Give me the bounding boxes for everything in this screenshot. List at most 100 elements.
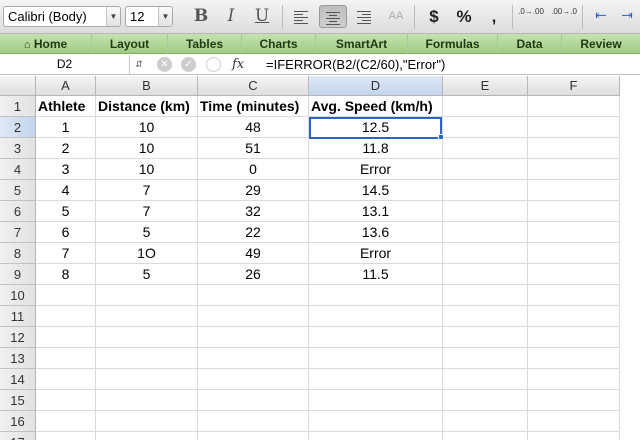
cell-c14[interactable] xyxy=(198,369,309,390)
cell-a5[interactable]: 4 xyxy=(36,180,96,201)
cell-e3[interactable] xyxy=(443,138,528,159)
column-header-f[interactable]: F xyxy=(528,76,620,96)
chevron-down-icon[interactable]: ▼ xyxy=(106,7,120,26)
cancel-icon[interactable]: ✕ xyxy=(157,57,172,72)
cell-b13[interactable] xyxy=(96,348,198,369)
tab-tables[interactable]: Tables xyxy=(168,34,242,54)
tab-smartart[interactable]: SmartArt xyxy=(316,34,408,54)
cell-a15[interactable] xyxy=(36,390,96,411)
cell-e14[interactable] xyxy=(443,369,528,390)
increase-decimal-button[interactable]: .0→.00 xyxy=(518,5,544,28)
cell-c7[interactable]: 22 xyxy=(198,222,309,243)
cell-a10[interactable] xyxy=(36,285,96,306)
cell-e5[interactable] xyxy=(443,180,528,201)
tab-charts[interactable]: Charts xyxy=(242,34,316,54)
tab-layout[interactable]: Layout xyxy=(92,34,168,54)
cell-b8[interactable]: 1O xyxy=(96,243,198,264)
cell-d11[interactable] xyxy=(309,306,443,327)
row-header-14[interactable]: 14 xyxy=(0,369,36,390)
cell-f16[interactable] xyxy=(528,411,620,432)
outdent-icon[interactable]: ⇤ xyxy=(588,5,614,28)
cell-f10[interactable] xyxy=(528,285,620,306)
cell-c5[interactable]: 29 xyxy=(198,180,309,201)
currency-button[interactable]: $ xyxy=(421,5,447,28)
row-header-3[interactable]: 3 xyxy=(0,138,36,159)
cell-d17[interactable] xyxy=(309,432,443,440)
cell-e7[interactable] xyxy=(443,222,528,243)
cell-b7[interactable]: 5 xyxy=(96,222,198,243)
cell-c13[interactable] xyxy=(198,348,309,369)
cell-c10[interactable] xyxy=(198,285,309,306)
cell-f3[interactable] xyxy=(528,138,620,159)
cell-a9[interactable]: 8 xyxy=(36,264,96,285)
row-header-12[interactable]: 12 xyxy=(0,327,36,348)
cell-d1[interactable]: Avg. Speed (km/h) xyxy=(309,96,443,117)
cell-a1[interactable]: Athlete xyxy=(36,96,96,117)
cell-a3[interactable]: 2 xyxy=(36,138,96,159)
cell-d16[interactable] xyxy=(309,411,443,432)
cell-d10[interactable] xyxy=(309,285,443,306)
italic-button[interactable]: I xyxy=(218,5,244,28)
cell-e8[interactable] xyxy=(443,243,528,264)
cell-b1[interactable]: Distance (km) xyxy=(96,96,198,117)
cell-f9[interactable] xyxy=(528,264,620,285)
cell-c17[interactable] xyxy=(198,432,309,440)
cell-c12[interactable] xyxy=(198,327,309,348)
cell-c9[interactable]: 26 xyxy=(198,264,309,285)
cell-f12[interactable] xyxy=(528,327,620,348)
cell-e4[interactable] xyxy=(443,159,528,180)
row-header-6[interactable]: 6 xyxy=(0,201,36,222)
comma-button[interactable]: , xyxy=(481,5,507,28)
indent-icon[interactable]: ⇥ xyxy=(614,5,640,28)
row-header-10[interactable]: 10 xyxy=(0,285,36,306)
cell-f1[interactable] xyxy=(528,96,620,117)
cell-f15[interactable] xyxy=(528,390,620,411)
row-header-17[interactable]: 17 xyxy=(0,432,36,440)
cell-b2[interactable]: 10 xyxy=(96,117,198,138)
align-left-button[interactable] xyxy=(288,5,314,28)
cell-e9[interactable] xyxy=(443,264,528,285)
cell-b12[interactable] xyxy=(96,327,198,348)
cell-e10[interactable] xyxy=(443,285,528,306)
cell-f5[interactable] xyxy=(528,180,620,201)
cell-a12[interactable] xyxy=(36,327,96,348)
cell-b3[interactable]: 10 xyxy=(96,138,198,159)
cell-a6[interactable]: 5 xyxy=(36,201,96,222)
cell-b14[interactable] xyxy=(96,369,198,390)
cell-e2[interactable] xyxy=(443,117,528,138)
cell-a2[interactable]: 1 xyxy=(36,117,96,138)
column-header-d[interactable]: D xyxy=(309,76,443,96)
bold-button[interactable]: B xyxy=(188,5,214,28)
cell-f6[interactable] xyxy=(528,201,620,222)
formula-input[interactable]: =IFERROR(B2/(C2/60),"Error") xyxy=(266,55,445,74)
row-header-13[interactable]: 13 xyxy=(0,348,36,369)
cell-c11[interactable] xyxy=(198,306,309,327)
cell-d13[interactable] xyxy=(309,348,443,369)
name-box[interactable]: D2 xyxy=(0,55,130,74)
tab-home[interactable]: ⌂ Home xyxy=(0,34,92,54)
cell-f2[interactable] xyxy=(528,117,620,138)
cell-c3[interactable]: 51 xyxy=(198,138,309,159)
cell-c15[interactable] xyxy=(198,390,309,411)
column-header-b[interactable]: B xyxy=(96,76,198,96)
name-box-stepper-icon[interactable]: ⇵ xyxy=(133,57,145,72)
cell-f14[interactable] xyxy=(528,369,620,390)
cell-e16[interactable] xyxy=(443,411,528,432)
cell-e11[interactable] xyxy=(443,306,528,327)
cell-f4[interactable] xyxy=(528,159,620,180)
cell-d9[interactable]: 11.5 xyxy=(309,264,443,285)
underline-button[interactable]: U xyxy=(249,5,275,28)
cell-c4[interactable]: 0 xyxy=(198,159,309,180)
select-all-corner[interactable] xyxy=(0,76,36,96)
align-right-button[interactable] xyxy=(351,5,377,28)
cell-d12[interactable] xyxy=(309,327,443,348)
confirm-icon[interactable]: ✓ xyxy=(181,57,196,72)
cell-e15[interactable] xyxy=(443,390,528,411)
cell-b6[interactable]: 7 xyxy=(96,201,198,222)
align-center-button[interactable] xyxy=(319,5,347,28)
row-header-9[interactable]: 9 xyxy=(0,264,36,285)
row-header-15[interactable]: 15 xyxy=(0,390,36,411)
cell-d6[interactable]: 13.1 xyxy=(309,201,443,222)
cell-d4[interactable]: Error xyxy=(309,159,443,180)
tab-review[interactable]: Review xyxy=(562,34,640,54)
